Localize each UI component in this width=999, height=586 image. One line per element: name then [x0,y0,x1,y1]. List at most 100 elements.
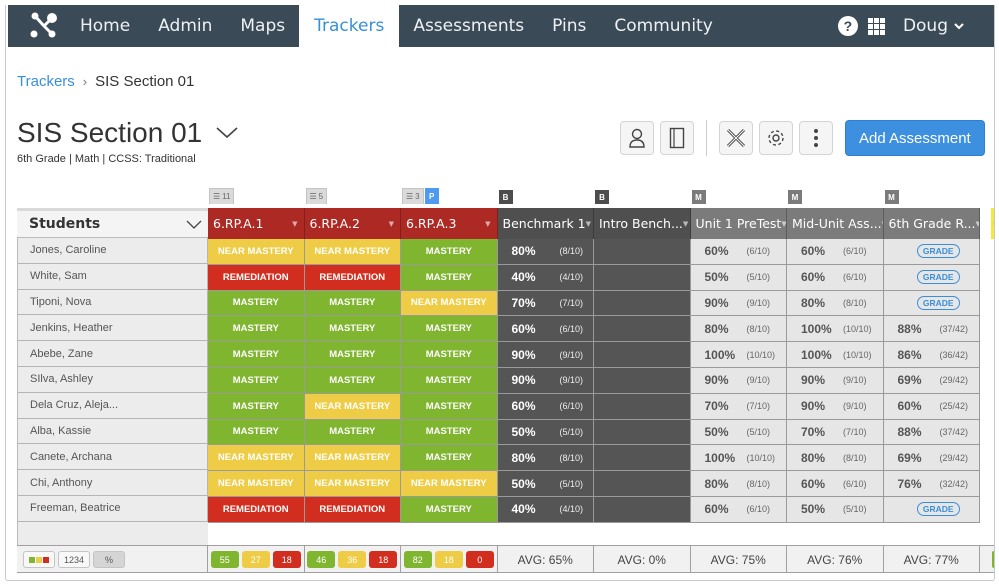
score-cell[interactable]: 80% (8/10) [690,471,787,497]
score-cell[interactable]: 50% (5/10) [497,471,594,497]
score-cell[interactable]: 40% (4/10) [497,496,594,523]
score-cell[interactable]: 60% (6/10) [690,496,787,523]
score-cell[interactable]: 70% (7/10) [787,419,884,446]
score-cell[interactable]: 40% (4/10) [497,264,594,291]
assessment-count-badge[interactable]: ☰ 3 [402,188,424,204]
student-row-name[interactable]: SIlva, Ashley [17,366,208,393]
score-cell[interactable]: 90% (9/10) [690,367,787,394]
student-row-name[interactable]: Freeman, Beatrice [17,495,208,522]
score-cell[interactable] [594,342,691,368]
score-cell[interactable]: 50% (5/10) [497,419,594,446]
mastery-cell[interactable]: NEAR MASTERY [208,445,305,472]
mastery-cell[interactable]: REMEDIATION [304,264,401,291]
nav-community[interactable]: Community [600,5,726,47]
mastery-cell[interactable]: MASTERY [401,264,498,291]
score-cell[interactable]: 69% (29/42) [883,445,980,472]
mastery-cell[interactable]: MASTERY [208,367,305,394]
nav-admin[interactable]: Admin [144,5,226,47]
section-selector[interactable]: SIS Section 01 [17,117,238,149]
tools-button[interactable] [719,121,753,155]
grade-button[interactable]: GRADE [916,502,960,517]
score-cell[interactable]: 60% (6/10) [787,264,884,291]
assessment-header[interactable]: Mid-Unit Ass...▼ [787,208,884,239]
standard-header[interactable]: 6.RP.A.3 ▼ [401,208,498,239]
assessment-count-badge[interactable]: ☰ 5 [305,188,328,204]
mastery-cell[interactable]: MASTERY [304,419,401,446]
mastery-cell[interactable]: NEAR MASTERY [304,445,401,472]
mastery-cell[interactable]: MASTERY [208,342,305,368]
score-cell[interactable]: 70% (7/10) [497,290,594,317]
score-cell[interactable] [594,264,691,291]
score-cell[interactable]: 60% (6/10) [787,239,884,265]
student-row-name[interactable]: Jones, Caroline [17,238,208,264]
grade-button[interactable]: GRADE [916,244,960,259]
mastery-cell[interactable]: MASTERY [401,445,498,472]
caret-down-icon[interactable]: ▼ [683,220,688,228]
student-row-name[interactable]: Dela Cruz, Aleja... [17,392,208,419]
score-cell[interactable]: 88% (37/42) [883,419,980,446]
student-row-name[interactable]: Tiponi, Nova [17,289,208,316]
score-cell[interactable]: 60% (6/10) [497,393,594,420]
pin-badge[interactable]: P [424,188,439,204]
score-cell[interactable]: 50% (5/10) [690,264,787,291]
color-view-button[interactable] [23,551,55,568]
score-cell[interactable]: 80% (8/10) [787,445,884,472]
settings-button[interactable] [759,121,793,155]
score-cell[interactable]: 80% (8/10) [690,316,787,343]
mastery-cell[interactable]: MASTERY [208,393,305,420]
score-cell[interactable]: GRADE [883,264,980,291]
score-cell[interactable] [594,496,691,523]
mastery-cell[interactable]: MASTERY [304,290,401,317]
score-cell[interactable]: 80% (8/10) [497,445,594,472]
score-cell[interactable]: 100% (10/10) [690,445,787,472]
score-cell[interactable]: 69% (29/42) [883,367,980,394]
breadcrumb-trackers-link[interactable]: Trackers [17,73,75,90]
mastery-cell[interactable]: MASTERY [401,496,498,523]
score-cell[interactable] [594,393,691,420]
logo-icon[interactable] [22,5,66,47]
score-cell[interactable]: 86% (36/42) [883,342,980,368]
mastery-cell[interactable]: MASTERY [401,316,498,343]
nav-pins[interactable]: Pins [538,5,600,47]
nav-maps[interactable]: Maps [226,5,299,47]
score-cell[interactable]: 60% (6/10) [787,471,884,497]
grade-button[interactable]: GRADE [916,270,960,285]
score-cell[interactable] [594,316,691,343]
grade-button[interactable]: GRADE [916,295,960,310]
help-icon[interactable]: ? [837,16,858,36]
nav-trackers[interactable]: Trackers [299,5,400,47]
mastery-cell[interactable]: MASTERY [401,393,498,420]
score-cell[interactable]: 60% (6/10) [690,239,787,265]
assessment-header[interactable]: Unit 1 PreTest ▼ [690,208,787,239]
mastery-cell[interactable]: NEAR MASTERY [208,239,305,265]
mastery-cell[interactable]: MASTERY [304,342,401,368]
mastery-cell[interactable]: MASTERY [401,239,498,265]
mastery-cell[interactable]: MASTERY [401,342,498,368]
mastery-cell[interactable]: MASTERY [208,290,305,317]
score-cell[interactable]: 90% (9/10) [497,342,594,368]
assessment-header[interactable]: 6th Grade R...▼ [883,208,980,239]
caret-down-icon[interactable]: ▼ [781,220,786,228]
mastery-cell[interactable]: MASTERY [304,316,401,343]
score-cell[interactable] [594,239,691,265]
mastery-cell[interactable]: NEAR MASTERY [304,239,401,265]
assessment-header[interactable]: Benchmark 1 ▼ [497,208,594,239]
score-cell[interactable]: 90% (9/10) [787,367,884,394]
mastery-cell[interactable]: MASTERY [208,419,305,446]
score-cell[interactable]: 90% (9/10) [497,367,594,394]
student-row-name[interactable]: Jenkins, Heather [17,315,208,342]
score-cell[interactable]: 88% (37/42) [883,316,980,343]
score-cell[interactable]: 80% (8/10) [497,239,594,265]
caret-down-icon[interactable]: ▼ [292,220,297,228]
mastery-cell[interactable]: NEAR MASTERY [304,471,401,497]
student-row-name[interactable]: Abebe, Zane [17,341,208,367]
score-cell[interactable]: 80% (8/10) [787,290,884,317]
mastery-cell[interactable]: NEAR MASTERY [401,290,498,317]
mastery-cell[interactable]: MASTERY [208,316,305,343]
standard-header[interactable]: 6.RP.A.2 ▼ [304,208,401,239]
apps-grid-icon[interactable] [867,17,885,35]
caret-down-icon[interactable]: ▼ [586,220,591,228]
assessment-count-badge[interactable]: ☰ 11 [209,188,235,204]
mastery-cell[interactable]: MASTERY [401,419,498,446]
score-cell[interactable]: 100% (10/10) [690,342,787,368]
